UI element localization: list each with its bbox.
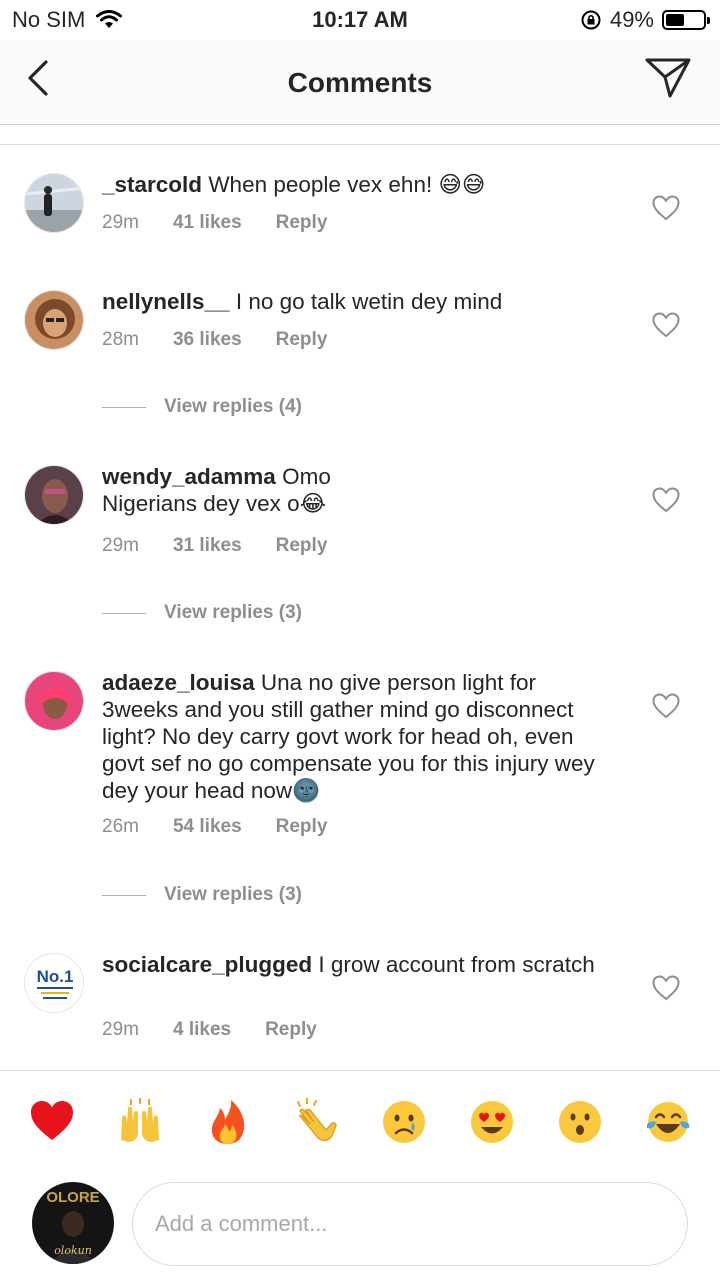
replies-divider (102, 406, 146, 408)
view-replies-button[interactable]: View replies (3) (102, 884, 302, 906)
like-heart-icon[interactable] (652, 487, 680, 513)
comment-time: 29m (102, 1019, 139, 1040)
reaction-crying-face[interactable] (380, 1098, 428, 1146)
direct-share-button[interactable] (644, 56, 692, 100)
divider (0, 1070, 720, 1071)
comment-meta: 29m 31 likes Reply (102, 535, 361, 557)
avatar-title-text: OLORE (46, 1189, 99, 1206)
comment-body: When people vex ehn! 😅😅 (208, 172, 486, 197)
comment-likes[interactable]: 31 likes (173, 535, 242, 557)
comment-time: 28m (102, 329, 139, 350)
comment-username[interactable]: nellynells__ (102, 289, 230, 314)
avatar-signature-text: olokun (54, 1244, 92, 1257)
comment-body-line2: Nigerians dey vex o😂 (102, 491, 326, 516)
view-replies-label: View replies (3) (164, 602, 302, 623)
avatar[interactable] (24, 173, 84, 233)
comment-meta: 29m 41 likes Reply (102, 212, 361, 234)
reply-button[interactable]: Reply (276, 212, 328, 234)
rotation-lock-icon (581, 10, 601, 30)
view-replies-label: View replies (4) (164, 396, 302, 417)
status-right: 49% (580, 7, 710, 33)
status-bar: No SIM 10:17 AM 49% (0, 0, 720, 40)
avatar[interactable]: No.1 (24, 953, 84, 1013)
reaction-heart-eyes[interactable] (468, 1098, 516, 1146)
reaction-clapping-hands[interactable] (292, 1098, 340, 1146)
comment-likes[interactable]: 36 likes (173, 329, 242, 351)
reply-button[interactable]: Reply (265, 1019, 317, 1041)
reply-button[interactable]: Reply (276, 535, 328, 557)
reaction-raised-hands[interactable] (116, 1098, 164, 1146)
comment-username[interactable]: wendy_adamma (102, 464, 276, 489)
avatar-brand-text: No.1 (37, 967, 74, 986)
comment-meta: 29m 4 likes Reply (102, 1019, 351, 1041)
comment-meta: 28m 36 likes Reply (102, 329, 361, 351)
reaction-fire[interactable] (204, 1098, 252, 1146)
comment-time: 26m (102, 816, 139, 837)
reaction-surprised-face[interactable] (556, 1098, 604, 1146)
comment-username[interactable]: socialcare_plugged (102, 952, 312, 977)
divider (0, 144, 720, 145)
comment-likes[interactable]: 4 likes (173, 1019, 231, 1041)
quick-reactions-bar (0, 1098, 720, 1148)
reply-button[interactable]: Reply (276, 329, 328, 351)
comment-text: wendy_adamma Omo Nigerians dey vex o😂 (102, 463, 622, 517)
comment-meta: 26m 54 likes Reply (102, 816, 361, 838)
comment-time: 29m (102, 535, 139, 556)
comment-text: _starcold When people vex ehn! 😅😅 (102, 171, 622, 198)
comment-body: I grow account from scratch (318, 952, 595, 977)
like-heart-icon[interactable] (652, 693, 680, 719)
replies-divider (102, 894, 146, 896)
reaction-red-heart[interactable] (28, 1098, 76, 1146)
avatar[interactable] (24, 465, 84, 525)
comment-username[interactable]: adaeze_louisa (102, 670, 255, 695)
reaction-tears-of-joy[interactable] (644, 1098, 692, 1146)
reply-button[interactable]: Reply (276, 816, 328, 838)
like-heart-icon[interactable] (652, 312, 680, 338)
comment-text: adaeze_louisa Una no give person light f… (102, 669, 612, 804)
comment-body-line1: Omo (282, 464, 331, 489)
comment-input[interactable] (132, 1182, 688, 1266)
avatar[interactable] (24, 671, 84, 731)
nav-header: Comments (0, 40, 720, 125)
comment-text: nellynells__ I no go talk wetin dey mind (102, 288, 622, 315)
view-replies-label: View replies (3) (164, 884, 302, 905)
comment-body: I no go talk wetin dey mind (235, 289, 503, 314)
page-title: Comments (287, 67, 433, 98)
current-user-avatar[interactable]: OLORE olokun (32, 1182, 114, 1264)
battery-percent: 49% (609, 7, 654, 32)
like-heart-icon[interactable] (652, 195, 680, 221)
replies-divider (102, 612, 146, 614)
comment-time: 29m (102, 212, 139, 233)
battery-icon (662, 10, 710, 30)
comment-username[interactable]: _starcold (102, 172, 202, 197)
like-heart-icon[interactable] (652, 975, 680, 1001)
comment-text: socialcare_plugged I grow account from s… (102, 951, 622, 978)
comment-likes[interactable]: 41 likes (173, 212, 242, 234)
comment-likes[interactable]: 54 likes (173, 816, 242, 838)
avatar[interactable] (24, 290, 84, 350)
view-replies-button[interactable]: View replies (3) (102, 602, 302, 624)
view-replies-button[interactable]: View replies (4) (102, 396, 302, 418)
